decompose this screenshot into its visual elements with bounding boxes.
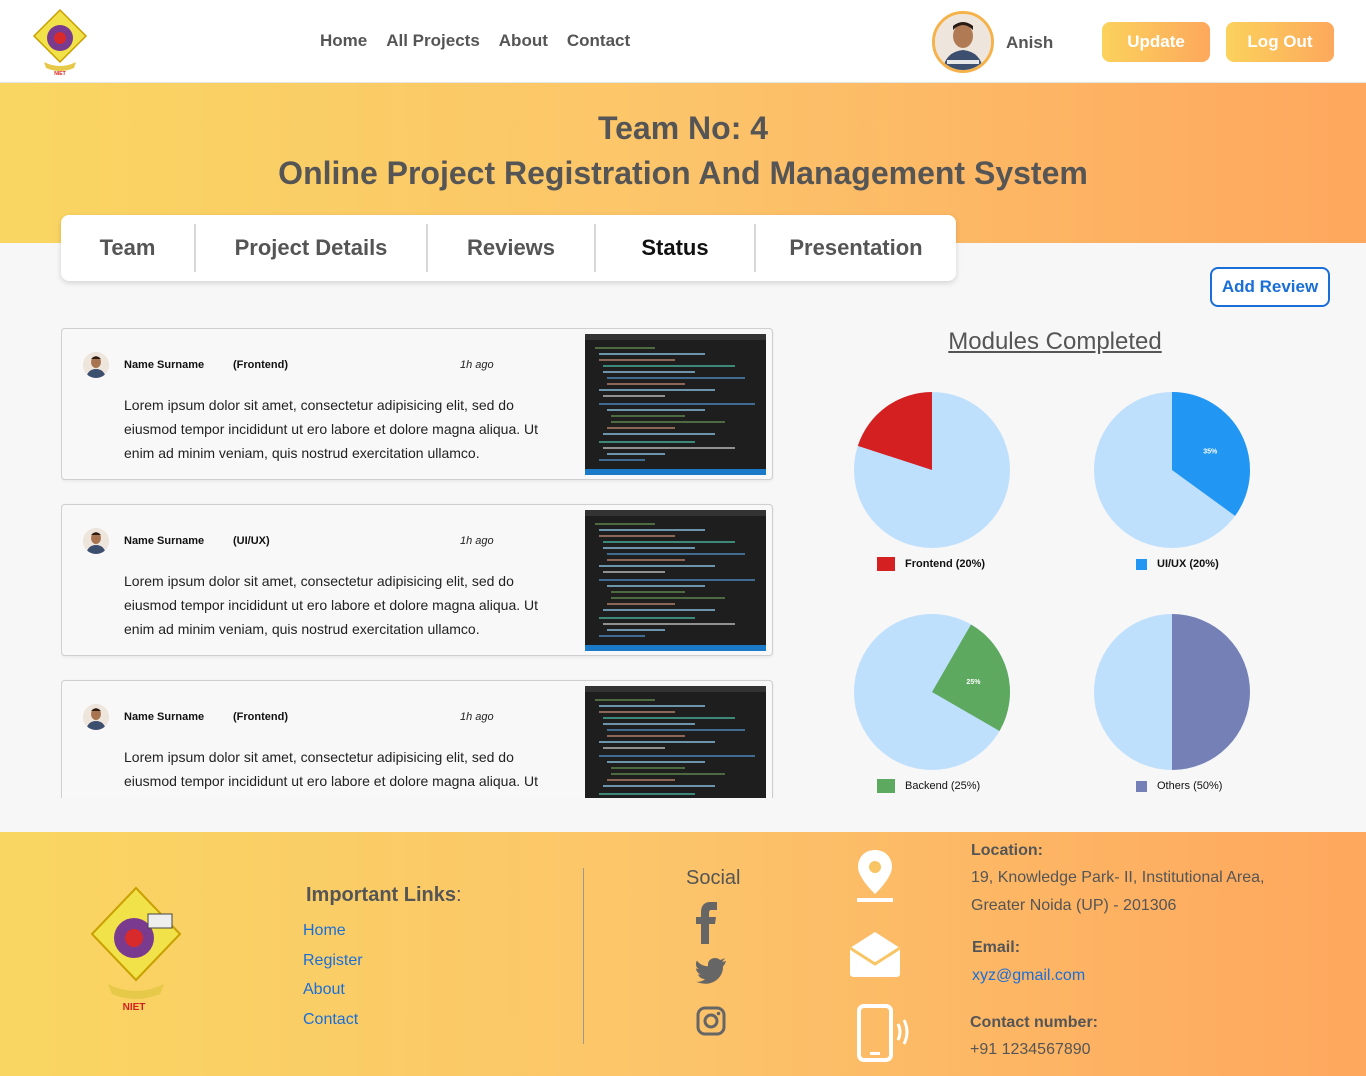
review-card: Name Surname (Frontend) 1h ago Lorem ips… [61, 328, 773, 480]
footer-link-about[interactable]: About [303, 981, 345, 999]
review-time: 1h ago [460, 711, 494, 723]
tab-presentation[interactable]: Presentation [756, 224, 956, 272]
reviewer-photo-icon [83, 704, 109, 730]
logout-button[interactable]: Log Out [1226, 22, 1334, 62]
nav-all-projects[interactable]: All Projects [386, 31, 480, 51]
reviewer-avatar [83, 352, 109, 378]
review-card: Name Surname (UI/UX) 1h ago Lorem ipsum … [61, 504, 773, 656]
email-link[interactable]: xyz@gmail.com [972, 967, 1085, 985]
legend-label: Others (50%) [1157, 780, 1223, 792]
update-button[interactable]: Update [1102, 22, 1210, 62]
legend-frontend: Frontend (20%) [877, 557, 985, 571]
pie-slice[interactable] [1172, 614, 1250, 770]
footer-divider [583, 868, 584, 1044]
code-screenshot[interactable] [585, 334, 766, 475]
pie-data-label: 35% [1203, 449, 1218, 456]
location-label: Location: [971, 842, 1043, 859]
footer-link-contact[interactable]: Contact [303, 1011, 358, 1029]
location-line-2: Greater Noida (UP) - 201306 [971, 897, 1177, 914]
user-avatar[interactable] [932, 11, 994, 73]
user-photo-icon [935, 14, 991, 70]
footer-niet-logo[interactable]: NIET [86, 880, 186, 1014]
reviewer-avatar [83, 528, 109, 554]
code-screenshot[interactable] [585, 510, 766, 651]
review-time: 1h ago [460, 535, 494, 547]
legend-swatch [1136, 558, 1147, 570]
code-screenshot[interactable] [585, 686, 766, 798]
review-text: Lorem ipsum dolor sit amet, consectetur … [124, 749, 539, 798]
contact-number-label: Contact number: [970, 1014, 1098, 1031]
phone-icon [857, 1004, 909, 1062]
reviewer-role: (Frontend) [233, 711, 288, 723]
nav-about[interactable]: About [499, 31, 548, 51]
reviewer-role: (Frontend) [233, 359, 288, 371]
reviewer-avatar [83, 704, 109, 730]
project-title: Online Project Registration And Manageme… [278, 155, 1088, 191]
legend-swatch [877, 779, 895, 793]
legend-label: Frontend (20%) [905, 558, 986, 570]
code-editor-thumbnail-icon [585, 334, 766, 475]
pie-chart-others[interactable] [1092, 612, 1252, 772]
svg-text:NIET: NIET [123, 1002, 146, 1013]
instagram-icon[interactable] [696, 1006, 726, 1036]
legend-swatch [1136, 780, 1147, 792]
reviewer-photo-icon [83, 352, 109, 378]
contact-number-value: +91 1234567890 [970, 1041, 1091, 1058]
main-nav: Home All Projects About Contact [320, 31, 630, 51]
email-label: Email: [972, 939, 1021, 956]
reviewer-name: Name Surname [124, 535, 205, 547]
svg-text:NIET: NIET [54, 71, 65, 76]
review-card: Name Surname (Frontend) 1h ago Lorem ips… [61, 680, 773, 798]
reviewer-name: Name Surname [124, 359, 205, 371]
top-header: NIET Home All Projects About Contact Ani… [0, 0, 1366, 83]
footer-link-register[interactable]: Register [303, 952, 363, 970]
tab-reviews[interactable]: Reviews [428, 224, 596, 272]
username: Anish [1006, 33, 1054, 52]
facebook-icon[interactable] [694, 902, 720, 944]
twitter-icon[interactable] [696, 958, 726, 984]
footer-link-home[interactable]: Home [303, 922, 346, 940]
nav-contact[interactable]: Contact [567, 31, 630, 51]
legend-backend: Backend (25%) [877, 779, 980, 793]
review-list[interactable]: Name Surname (Frontend) 1h ago Lorem ips… [61, 328, 774, 798]
project-tabs: Team Project Details Reviews Status Pres… [61, 215, 956, 281]
social-title: Social [686, 867, 741, 889]
review-text: Lorem ipsum dolor sit amet, consectetur … [124, 573, 539, 637]
legend-others: Others (50%) [1136, 780, 1222, 792]
review-text: Lorem ipsum dolor sit amet, consectetur … [124, 397, 539, 461]
pie-chart-uiux[interactable]: 35% [1092, 390, 1252, 550]
legend-label: UI/UX (20%) [1157, 558, 1219, 570]
legend-swatch [877, 557, 895, 571]
location-pin-icon [857, 850, 893, 902]
reviewer-photo-icon [83, 528, 109, 554]
add-review-button[interactable]: Add Review [1210, 267, 1330, 307]
code-editor-thumbnail-icon [585, 686, 766, 798]
location-line-1: 19, Knowledge Park- II, Institutional Ar… [971, 869, 1265, 886]
legend-label: Backend (25%) [905, 780, 981, 792]
tab-status[interactable]: Status [596, 224, 756, 272]
pie-chart-frontend[interactable] [852, 390, 1012, 550]
pie-data-label: 25% [966, 679, 981, 686]
modules-chart-title: Modules Completed [948, 328, 1162, 355]
important-links-title: Important Links: [306, 884, 462, 906]
pie-chart-backend[interactable]: 25% [852, 612, 1012, 772]
reviewer-name: Name Surname [124, 711, 205, 723]
mail-icon [849, 932, 901, 977]
tab-team[interactable]: Team [61, 224, 196, 272]
team-number: Team No: 4 [597, 110, 769, 146]
reviewer-role: (UI/UX) [233, 535, 270, 547]
nav-home[interactable]: Home [320, 31, 367, 51]
review-time: 1h ago [460, 359, 494, 371]
legend-uiux: UI/UX (20%) [1136, 558, 1219, 570]
niet-logo[interactable]: NIET [30, 8, 90, 76]
code-editor-thumbnail-icon [585, 510, 766, 651]
tab-project-details[interactable]: Project Details [196, 224, 428, 272]
